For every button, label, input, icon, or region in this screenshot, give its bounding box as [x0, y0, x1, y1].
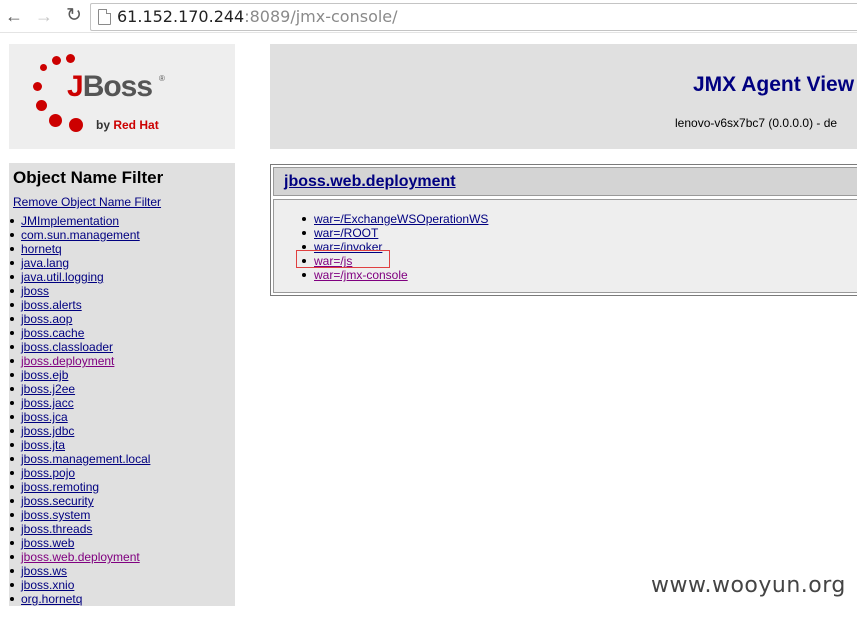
back-arrow-icon[interactable]: ←	[4, 6, 24, 26]
list-item: jboss	[9, 284, 150, 298]
domain-link[interactable]: jboss.alerts	[21, 298, 82, 312]
list-item: java.lang	[9, 256, 150, 270]
domain-link[interactable]: jboss.ws	[21, 564, 67, 578]
domain-link[interactable]: jboss	[21, 284, 49, 298]
domain-link[interactable]: jboss.cache	[21, 326, 84, 340]
filter-title: Object Name Filter	[13, 168, 164, 187]
list-item: jboss.security	[9, 494, 150, 508]
url-host: 61.152.170.244	[117, 7, 245, 26]
by-red-hat: by Red Hat	[96, 118, 159, 132]
mbean-link[interactable]: war=/jmx-console	[314, 268, 408, 282]
list-item: jboss.alerts	[9, 298, 150, 312]
jboss-logo-panel: JBoss ® by Red Hat	[9, 44, 235, 149]
registered-mark: ®	[159, 74, 165, 83]
browser-toolbar: ← → ↻ 61.152.170.244:8089/jmx-console/	[0, 0, 857, 33]
by-label: by	[96, 118, 114, 132]
mbean-list: war=/ExchangeWSOperationWS war=/ROOT war=/…	[288, 212, 488, 282]
list-item: com.sun.management	[9, 228, 150, 242]
list-item: jboss.threads	[9, 522, 150, 536]
domain-link[interactable]: jboss.system	[21, 508, 90, 522]
domain-link[interactable]: jboss.classloader	[21, 340, 113, 354]
domain-header: jboss.web.deployment	[273, 167, 857, 196]
list-item: org.hornetq	[9, 592, 150, 606]
list-item: jboss.pojo	[9, 466, 150, 480]
domain-link[interactable]: JMImplementation	[21, 214, 119, 228]
jboss-wordmark: JBoss	[67, 70, 153, 104]
domain-link[interactable]: jboss.jca	[21, 410, 68, 424]
list-item: jboss.classloader	[9, 340, 150, 354]
list-item: jboss.system	[9, 508, 150, 522]
list-item: war=/jmx-console	[288, 268, 488, 282]
object-name-filter-panel: Object Name Filter Remove Object Name Fi…	[9, 163, 235, 606]
host-subtitle: lenovo-v6sx7bc7 (0.0.0.0) - de	[675, 116, 838, 130]
list-item: jboss.aop	[9, 312, 150, 326]
domain-link[interactable]: jboss.web.deployment	[21, 550, 140, 564]
mbean-link[interactable]: war=/ROOT	[314, 226, 378, 240]
watermark: www.wooyun.org	[651, 573, 846, 598]
domain-link[interactable]: jboss.jdbc	[21, 424, 74, 438]
list-item: war=/ExchangeWSOperationWS	[288, 212, 488, 226]
url-text[interactable]: 61.152.170.244:8089/jmx-console/	[117, 7, 398, 26]
domain-link[interactable]: java.util.logging	[21, 270, 104, 284]
list-item: java.util.logging	[9, 270, 150, 284]
list-item: jboss.remoting	[9, 480, 150, 494]
domain-section: jboss.web.deployment war=/ExchangeWSOper…	[270, 164, 857, 296]
domain-list: JMImplementation com.sun.management hornet…	[9, 214, 150, 606]
list-item: JMImplementation	[9, 214, 150, 228]
page-title: JMX Agent View	[693, 73, 855, 96]
list-item: jboss.jdbc	[9, 424, 150, 438]
address-bar[interactable]: 61.152.170.244:8089/jmx-console/	[90, 3, 857, 31]
domain-link[interactable]: jboss.deployment	[21, 354, 114, 368]
list-item: war=/ROOT	[288, 226, 488, 240]
list-item: jboss.web.deployment	[9, 550, 150, 564]
domain-link[interactable]: jboss.web	[21, 536, 74, 550]
domain-title-link[interactable]: jboss.web.deployment	[284, 173, 456, 191]
list-item: jboss.jta	[9, 438, 150, 452]
page-icon	[98, 9, 111, 25]
domain-body: war=/ExchangeWSOperationWS war=/ROOT war=/…	[273, 199, 857, 293]
jboss-wordmark-rest: Boss	[82, 70, 153, 103]
list-item: jboss.management.local	[9, 452, 150, 466]
domain-link[interactable]: jboss.management.local	[21, 452, 150, 466]
domain-link[interactable]: jboss.ejb	[21, 368, 68, 382]
list-item: jboss.cache	[9, 326, 150, 340]
list-item: jboss.jca	[9, 410, 150, 424]
reload-icon[interactable]: ↻	[64, 6, 84, 26]
list-item: jboss.jacc	[9, 396, 150, 410]
domain-link[interactable]: com.sun.management	[21, 228, 140, 242]
jboss-wordmark-j: J	[67, 70, 84, 103]
list-item: hornetq	[9, 242, 150, 256]
domain-link[interactable]: jboss.pojo	[21, 466, 75, 480]
domain-link[interactable]: jboss.threads	[21, 522, 92, 536]
list-item: jboss.deployment	[9, 354, 150, 368]
list-item: jboss.ws	[9, 564, 150, 578]
domain-link[interactable]: hornetq	[21, 242, 62, 256]
domain-link[interactable]: org.hornetq	[21, 592, 82, 606]
forward-arrow-icon[interactable]: →	[34, 6, 54, 26]
red-hat-label: Red Hat	[113, 118, 159, 132]
domain-link[interactable]: jboss.xnio	[21, 578, 74, 592]
domain-link[interactable]: jboss.jacc	[21, 396, 74, 410]
highlight-box	[296, 250, 390, 268]
list-item: jboss.web	[9, 536, 150, 550]
domain-link[interactable]: jboss.remoting	[21, 480, 99, 494]
domain-link[interactable]: jboss.aop	[21, 312, 72, 326]
agent-view-header: JMX Agent View lenovo-v6sx7bc7 (0.0.0.0)…	[270, 44, 857, 149]
domain-link[interactable]: java.lang	[21, 256, 69, 270]
domain-link[interactable]: jboss.security	[21, 494, 94, 508]
domain-link[interactable]: jboss.jta	[21, 438, 65, 452]
list-item: jboss.xnio	[9, 578, 150, 592]
list-item: jboss.j2ee	[9, 382, 150, 396]
remove-filter-link[interactable]: Remove Object Name Filter	[13, 195, 161, 209]
url-path: :8089/jmx-console/	[244, 7, 398, 26]
list-item: jboss.ejb	[9, 368, 150, 382]
domain-link[interactable]: jboss.j2ee	[21, 382, 75, 396]
mbean-link[interactable]: war=/ExchangeWSOperationWS	[314, 212, 488, 226]
